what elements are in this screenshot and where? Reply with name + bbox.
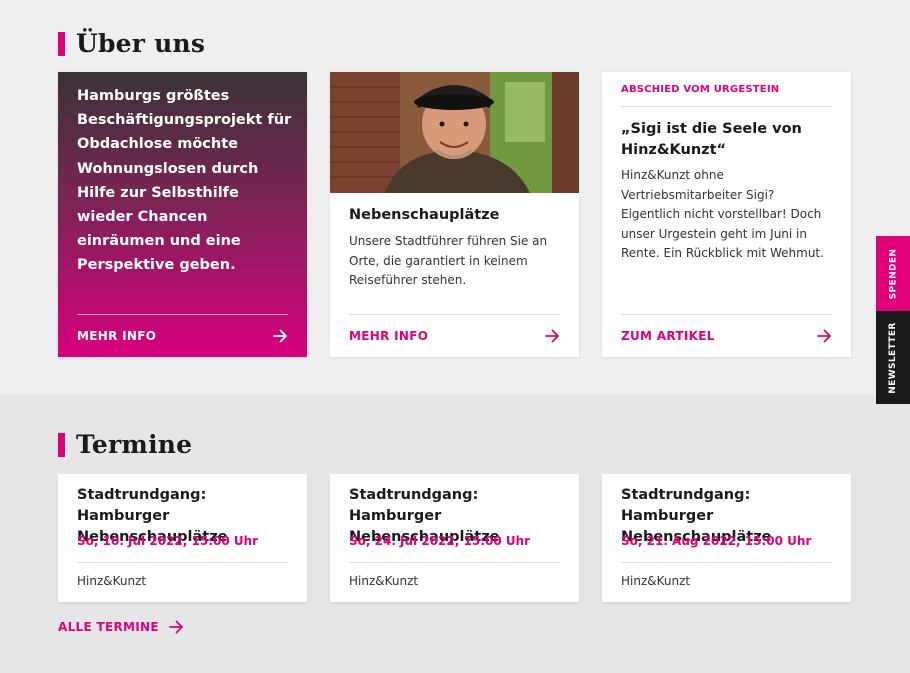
event-date: So, 21. Aug 2022, 15:00 Uhr <box>621 534 812 548</box>
promo-cta-label: MEHR INFO <box>77 329 157 343</box>
tour-card[interactable]: Nebenschauplätze Unsere Stadtführer führ… <box>330 72 579 357</box>
tour-more-info-link[interactable]: MEHR INFO <box>349 314 560 357</box>
arrow-right-icon <box>273 329 287 343</box>
all-events-label: ALLE TERMINE <box>58 620 159 634</box>
event-divider <box>77 562 288 563</box>
article-kicker: ABSCHIED VOM URGESTEIN <box>621 84 780 95</box>
about-heading: Über uns <box>58 29 205 58</box>
event-organizer: Hinz&Kunzt <box>349 574 419 588</box>
article-read-link[interactable]: ZUM ARTIKEL <box>621 314 832 357</box>
tour-cta-label: MEHR INFO <box>349 329 429 343</box>
portrait-photo <box>330 72 579 193</box>
event-organizer: Hinz&Kunzt <box>77 574 147 588</box>
promo-more-info-link[interactable]: MEHR INFO <box>77 314 288 357</box>
event-card[interactable]: Stadtrundgang: Hamburger Nebenschauplätz… <box>330 474 579 602</box>
heading-accent-bar <box>58 31 65 56</box>
arrow-right-icon <box>817 329 831 343</box>
event-divider <box>349 562 560 563</box>
article-title: „Sigi ist die Seele von Hinz&Kunzt“ <box>621 121 802 158</box>
promo-card[interactable]: Hamburgs größtes Beschäftigungsprojekt f… <box>58 72 307 357</box>
kicker-divider <box>621 106 832 107</box>
article-teaser: Hinz&Kunzt ohne Vertriebsmitarbeiter Sig… <box>621 168 824 260</box>
about-title: Über uns <box>76 29 206 58</box>
event-divider <box>621 562 832 563</box>
events-title: Termine <box>76 430 193 459</box>
events-heading: Termine <box>58 430 192 459</box>
spenden-tab[interactable]: SPENDEN <box>876 236 910 311</box>
newsletter-label: NEWSLETTER <box>888 321 899 394</box>
event-date: So, 10. Jul 2022, 15:00 Uhr <box>77 534 259 548</box>
all-events-link[interactable]: ALLE TERMINE <box>58 620 184 634</box>
promo-text: Hamburgs größtes Beschäftigungsprojekt f… <box>77 88 292 274</box>
side-tabs: SPENDEN NEWSLETTER <box>876 236 910 404</box>
heading-accent-bar <box>58 432 65 457</box>
event-card[interactable]: Stadtrundgang: Hamburger Nebenschauplätz… <box>58 474 307 602</box>
arrow-right-icon <box>545 329 559 343</box>
article-card[interactable]: ABSCHIED VOM URGESTEIN „Sigi ist die See… <box>602 72 851 357</box>
event-date: So, 24. Jul 2022, 15:00 Uhr <box>349 534 531 548</box>
event-organizer: Hinz&Kunzt <box>621 574 691 588</box>
newsletter-tab[interactable]: NEWSLETTER <box>876 311 910 404</box>
spenden-label: SPENDEN <box>888 248 898 299</box>
tour-description: Unsere Stadtführer führen Sie an Orte, d… <box>349 234 548 287</box>
article-cta-label: ZUM ARTIKEL <box>621 329 715 343</box>
event-card[interactable]: Stadtrundgang: Hamburger Nebenschauplätz… <box>602 474 851 602</box>
tour-title: Nebenschauplätze <box>349 207 500 223</box>
arrow-right-icon <box>168 620 183 634</box>
